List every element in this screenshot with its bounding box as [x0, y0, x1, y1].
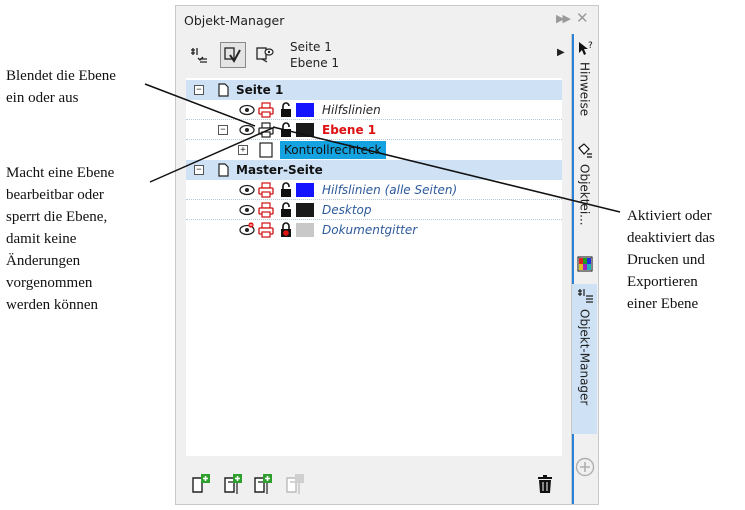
unlock-icon[interactable] — [278, 122, 294, 138]
tree-row-page1[interactable]: − Seite 1 — [186, 80, 562, 100]
tree-row-master-guides[interactable]: Hilfslinien (alle Seiten) — [186, 180, 562, 200]
tree-label: Seite 1 — [236, 83, 284, 97]
callout-line: Änderungen — [6, 253, 81, 269]
tree-label: Ebene 1 — [322, 123, 377, 137]
new-master-layer-icon[interactable] — [222, 473, 244, 495]
pointer-help-icon: ? — [578, 41, 593, 55]
callout-line: Drucken und — [627, 252, 705, 268]
callout-line: damit keine — [6, 231, 77, 247]
visibility-eye-icon[interactable] — [239, 222, 255, 238]
tab-label: Hinweise — [577, 62, 592, 117]
callout-print: Aktiviert oder deaktiviert das Drucken u… — [627, 205, 742, 315]
callout-line: ein oder aus — [6, 90, 79, 106]
object-manager-icon — [577, 289, 593, 303]
callout-line: vorgenommen — [6, 275, 93, 291]
fill-bucket-icon — [577, 143, 592, 158]
visibility-eye-icon[interactable] — [239, 182, 255, 198]
tree-label: Hilfslinien — [322, 103, 381, 117]
tab-objekteigenschaften[interactable]: Objektei... — [572, 142, 597, 250]
visibility-eye-icon[interactable] — [239, 102, 255, 118]
tree-row-grid[interactable]: Dokumentgitter — [186, 220, 562, 240]
printer-icon[interactable] — [258, 182, 274, 198]
callout-line: werden können — [6, 297, 99, 313]
tree-row-layer1[interactable]: − Ebene 1 — [186, 120, 562, 140]
svg-text:?: ? — [588, 41, 593, 51]
collapse-icon[interactable]: − — [194, 165, 204, 175]
new-master-odd-pages-icon[interactable] — [284, 473, 306, 495]
delete-trash-icon[interactable] — [534, 473, 556, 495]
current-layer-label: Ebene 1 — [290, 56, 340, 70]
add-docker-icon[interactable] — [575, 457, 595, 477]
callout-line: bearbeitbar oder — [6, 187, 104, 203]
bottom-toolbar — [186, 471, 566, 501]
tab-hinweise[interactable]: ? Hinweise — [572, 40, 597, 140]
collapse-icon[interactable]: − — [218, 125, 228, 135]
callout-line: sperrt die Ebene, — [6, 209, 108, 225]
layer-options-icon — [191, 48, 207, 63]
panel-title: Objekt-Manager — [184, 13, 285, 28]
callout-line: einer Ebene — [627, 296, 699, 312]
tree-label: Master-Seite — [236, 163, 323, 177]
show-object-properties-button[interactable] — [220, 42, 246, 68]
new-layer-icon[interactable] — [190, 473, 212, 495]
layer-color-swatch[interactable] — [296, 123, 314, 137]
tab-color-palette[interactable] — [572, 256, 597, 282]
layer-manager-view-button[interactable] — [252, 42, 278, 68]
callout-visibility: Blendet die Ebene ein oder aus — [6, 65, 156, 109]
callout-line: Exportieren — [627, 274, 698, 290]
tree-row-desktop[interactable]: Desktop — [186, 200, 562, 220]
expand-icon[interactable]: ▶▶ — [556, 12, 571, 25]
layer-color-swatch[interactable] — [296, 183, 314, 197]
printer-icon[interactable] — [258, 202, 274, 218]
page-icon — [218, 163, 229, 177]
callout-line: Aktiviert oder — [627, 208, 712, 224]
current-page-label: Seite 1 — [290, 40, 332, 54]
printer-icon[interactable] — [258, 122, 274, 138]
flyout-arrow-icon[interactable]: ▶ — [557, 47, 565, 58]
visibility-eye-icon[interactable] — [239, 122, 255, 138]
rectangle-icon — [259, 142, 273, 158]
color-palette-icon — [577, 256, 592, 272]
toolbar: Seite 1 Ebene 1 ▶ — [184, 38, 570, 78]
tree-label: Hilfslinien (alle Seiten) — [322, 183, 458, 197]
unlock-icon[interactable] — [278, 202, 294, 218]
collapse-icon[interactable]: − — [194, 85, 204, 95]
title-bar: Objekt-Manager ▶▶ ✕ — [176, 6, 598, 34]
lock-icon[interactable] — [278, 102, 294, 118]
tree-label: Dokumentgitter — [322, 223, 418, 237]
layer-view-icon — [256, 47, 274, 63]
tree-label: Kontrollrechteck — [280, 141, 386, 159]
layer-properties-button[interactable] — [186, 42, 212, 68]
docker-tabs: ? Hinweise Objektei... Objekt-Manager — [571, 34, 597, 504]
unlock-icon[interactable] — [278, 182, 294, 198]
tab-label: Objekt-Manager — [577, 309, 592, 406]
printer-icon[interactable] — [258, 102, 274, 118]
new-master-all-pages-icon[interactable] — [252, 473, 274, 495]
layer-color-swatch[interactable] — [296, 223, 314, 237]
lock-icon[interactable] — [278, 222, 294, 238]
expand-icon[interactable]: + — [238, 145, 248, 155]
callout-line: deaktiviert das — [627, 230, 715, 246]
close-icon[interactable]: ✕ — [576, 9, 589, 27]
layer-color-swatch[interactable] — [296, 203, 314, 217]
tree-row-guides[interactable]: Hilfslinien — [186, 100, 562, 120]
tree-row-master[interactable]: − Master-Seite — [186, 160, 562, 180]
edit-across-layers-icon — [224, 47, 241, 63]
page-icon — [218, 83, 229, 97]
tree-label: Desktop — [322, 203, 372, 217]
callout-line: Macht eine Ebene — [6, 165, 115, 181]
tree-row-object[interactable]: + Kontrollrechteck — [186, 140, 562, 160]
visibility-eye-icon[interactable] — [239, 202, 255, 218]
object-tree: − Seite 1 Hilfslinien − Ebene 1 + Kontro… — [186, 78, 562, 456]
tab-objekt-manager[interactable]: Objekt-Manager — [572, 284, 597, 434]
printer-icon[interactable] — [258, 222, 274, 238]
tab-label: Objektei... — [577, 164, 592, 226]
callout-lock: Macht eine Ebene bearbeitbar oder sperrt… — [6, 162, 156, 316]
layer-color-swatch[interactable] — [296, 103, 314, 117]
callout-line: Blendet die Ebene — [6, 68, 116, 84]
object-manager-panel: Objekt-Manager ▶▶ ✕ Seite 1 Ebene 1 ▶ − … — [175, 5, 599, 505]
